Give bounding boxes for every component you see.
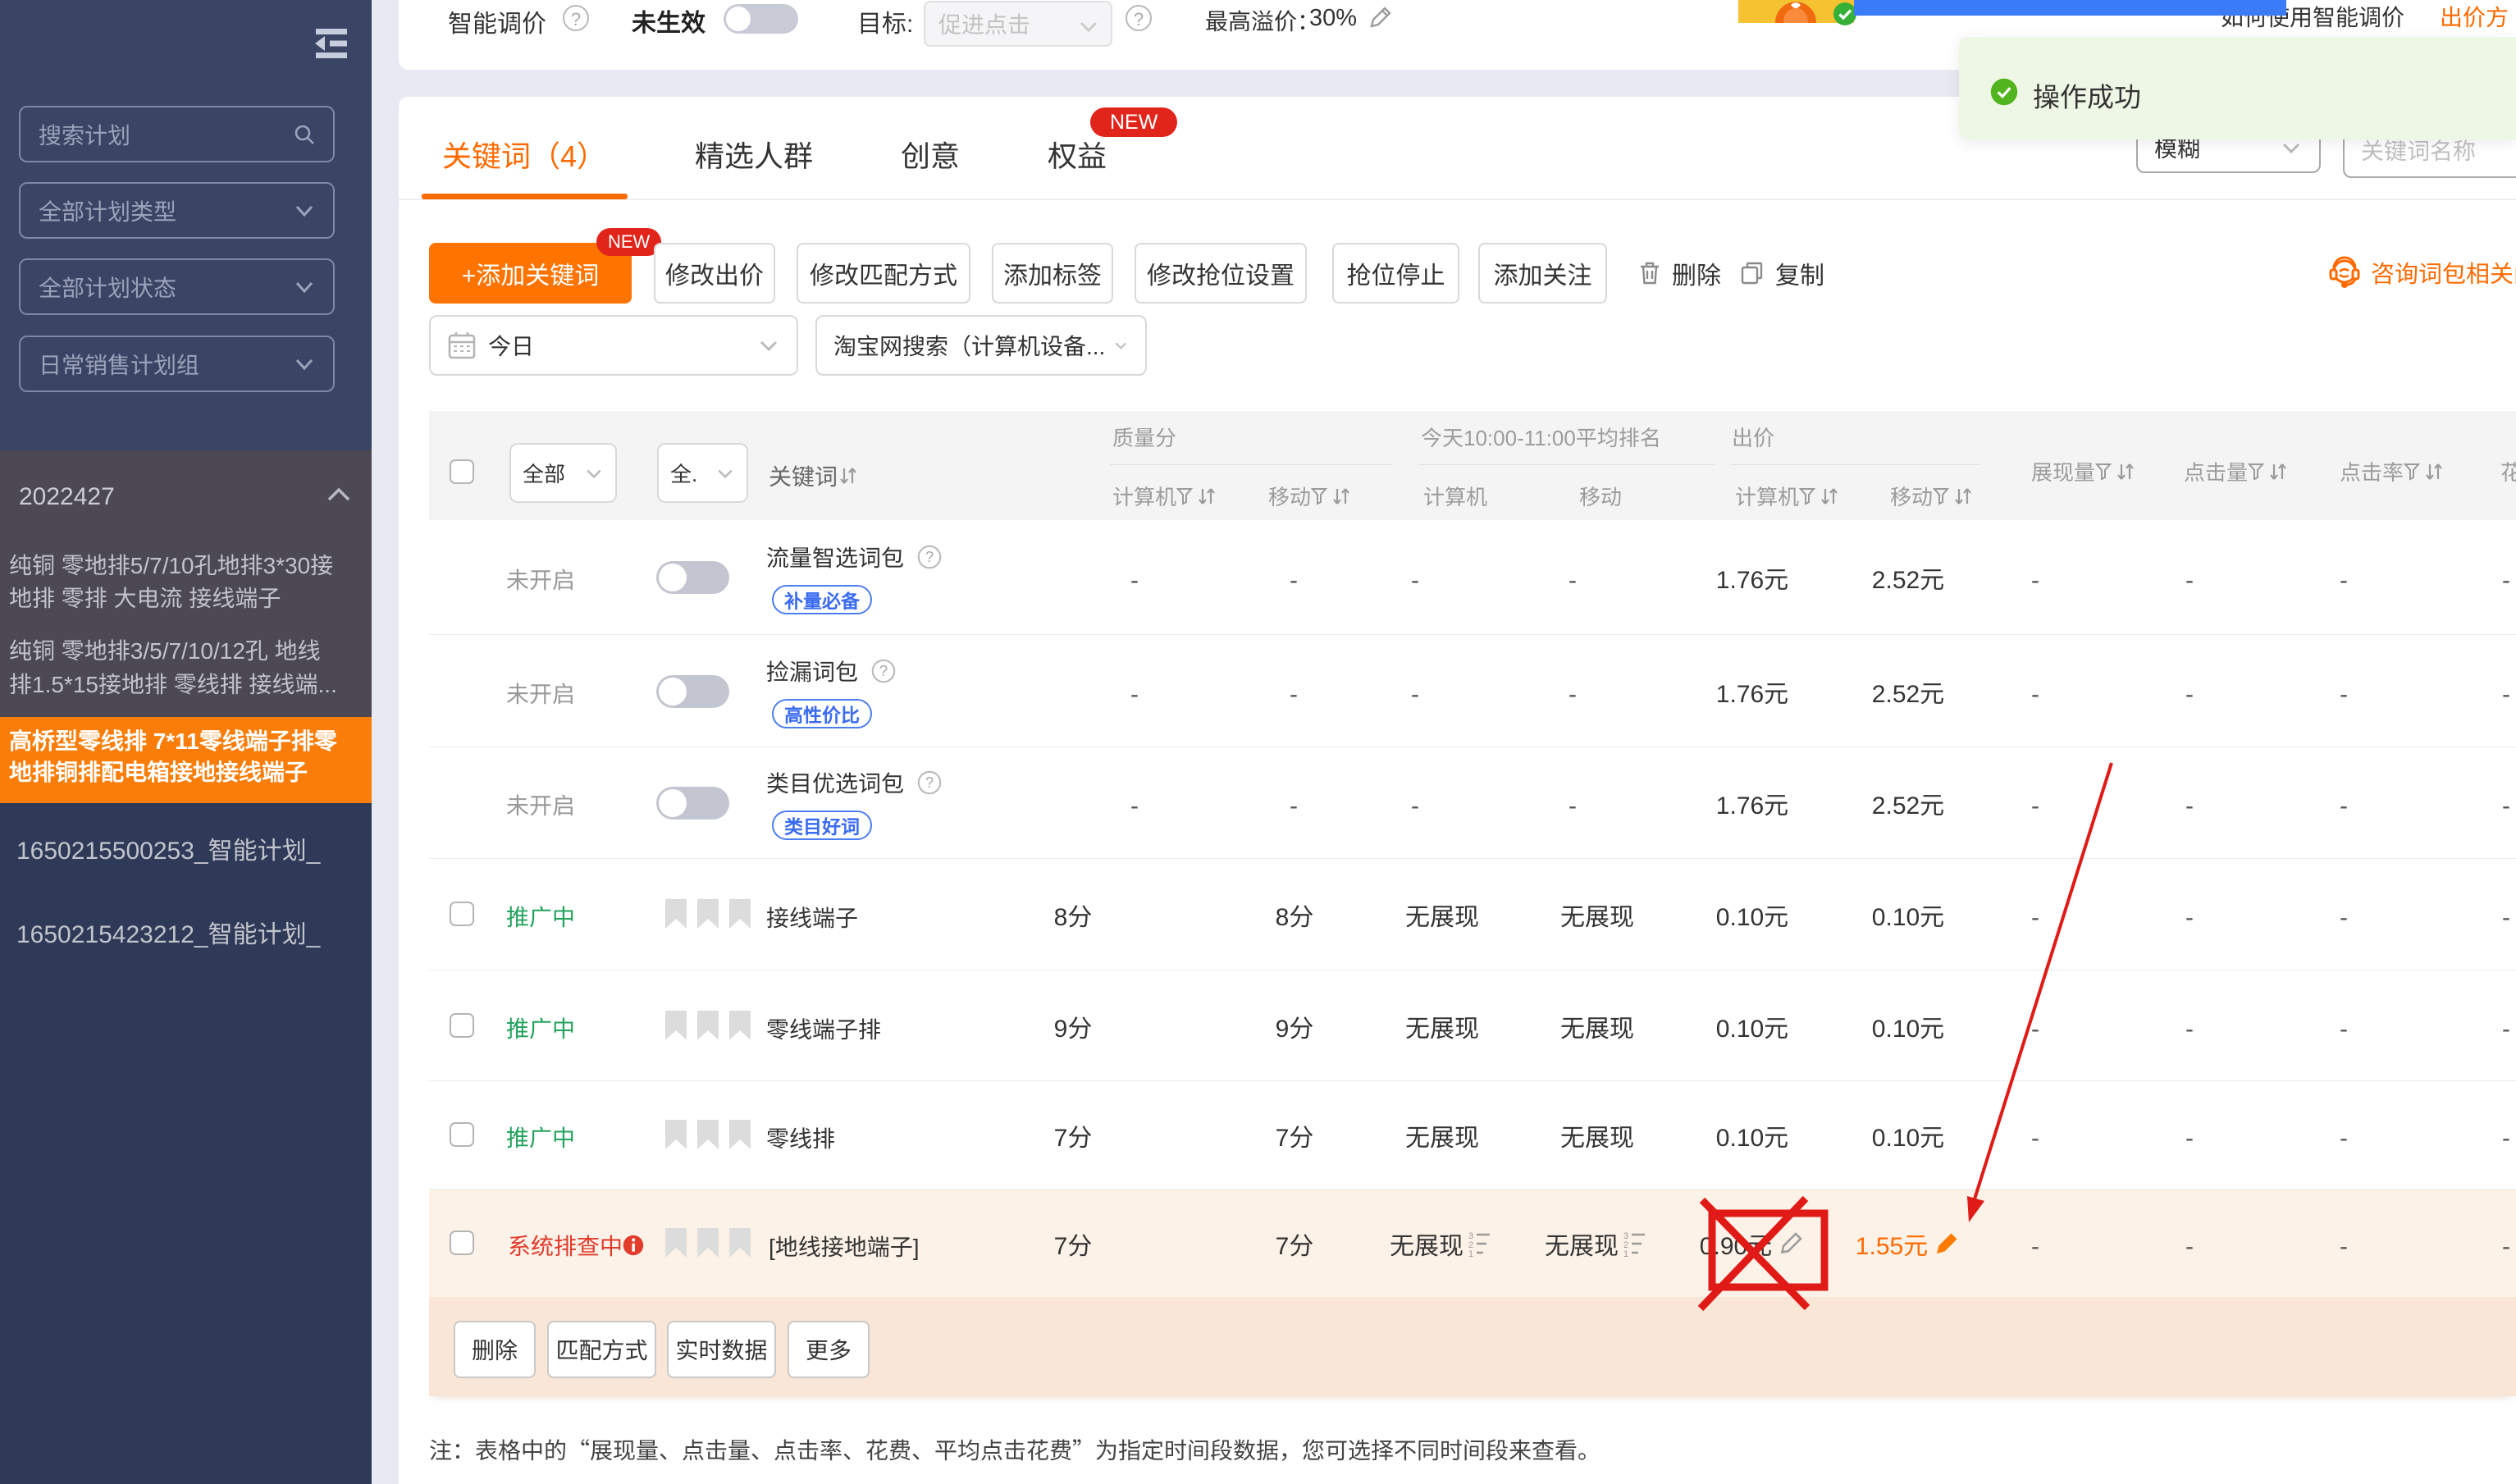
svg-text:?: ? [879,662,888,679]
svg-text:?: ? [925,774,934,791]
svg-text:?: ? [925,548,934,565]
